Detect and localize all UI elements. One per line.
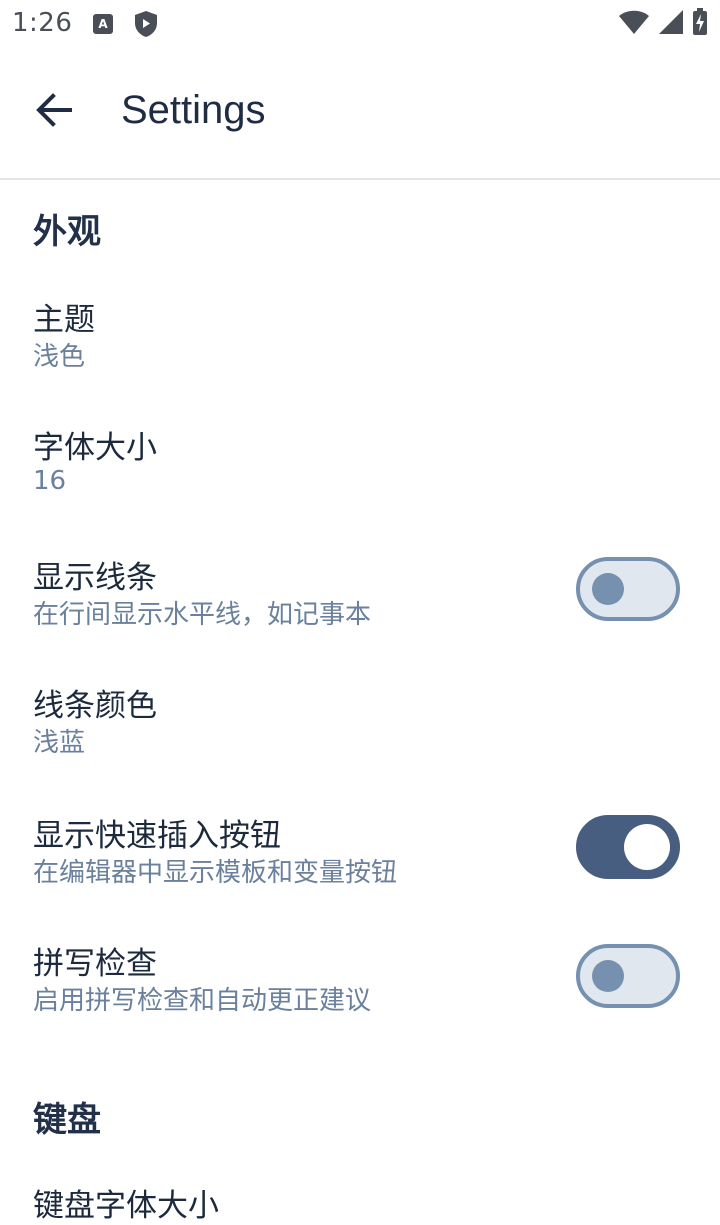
setting-keyboard-font-size[interactable]: 键盘字体大小 [0,1164,720,1224]
quick-insert-toggle[interactable] [576,815,680,879]
status-bar: 1:26 A [0,0,720,48]
setting-font-size[interactable]: 字体大小 16 [0,406,720,518]
page-title: Settings [121,88,266,132]
section-header-keyboard: 键盘 [33,1100,101,1140]
setting-spell-check[interactable]: 拼写检查 启用拼写检查和自动更正建议 [0,922,720,1034]
setting-line-color[interactable]: 线条颜色 浅蓝 [0,664,720,776]
app-bar: Settings [0,48,720,180]
status-time: 1:26 [12,8,73,38]
battery-charging-icon [692,8,708,40]
section-header-appearance: 外观 [33,212,101,252]
setting-show-lines-subtitle: 在行间显示水平线，如记事本 [33,600,372,630]
status-left-icons: A [92,10,158,42]
show-lines-toggle[interactable] [576,557,680,621]
toggle-knob [624,824,670,870]
setting-theme-value: 浅色 [33,342,86,372]
wifi-icon [618,9,650,39]
arrow-back-icon [36,93,72,131]
svg-text:A: A [98,17,108,31]
setting-spell-check-subtitle: 启用拼写检查和自动更正建议 [33,986,372,1016]
setting-quick-insert-subtitle: 在编辑器中显示模板和变量按钮 [33,858,398,888]
setting-theme-title: 主题 [33,302,95,338]
text-recognition-icon: A [92,13,114,39]
setting-show-lines-title: 显示线条 [33,560,157,596]
toggle-knob [592,960,624,992]
setting-show-lines[interactable]: 显示线条 在行间显示水平线，如记事本 [0,536,720,648]
setting-theme[interactable]: 主题 浅色 [0,278,720,390]
setting-font-size-value: 16 [33,466,67,496]
setting-line-color-title: 线条颜色 [33,688,157,724]
back-button[interactable] [24,82,84,142]
cellular-signal-icon [658,9,684,39]
setting-keyboard-font-size-title: 键盘字体大小 [33,1188,219,1224]
setting-quick-insert[interactable]: 显示快速插入按钮 在编辑器中显示模板和变量按钮 [0,794,720,906]
setting-quick-insert-title: 显示快速插入按钮 [33,818,281,854]
status-right-icons [618,8,708,40]
setting-font-size-title: 字体大小 [33,430,157,466]
spell-check-toggle[interactable] [576,944,680,1008]
setting-line-color-value: 浅蓝 [33,728,86,758]
toggle-knob [592,573,624,605]
shield-play-icon [134,10,158,42]
setting-spell-check-title: 拼写检查 [33,946,157,982]
